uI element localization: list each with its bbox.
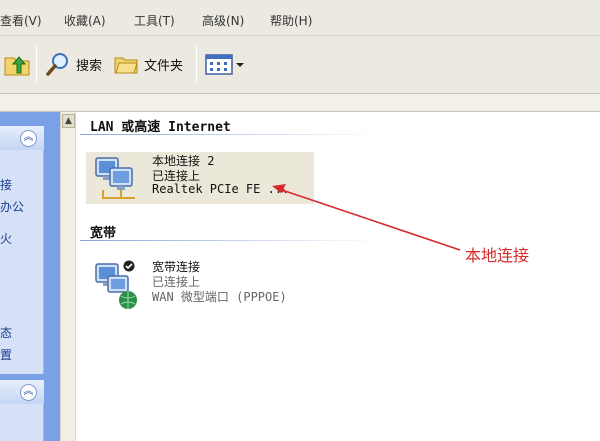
group-header-lan: LAN 或高速 Internet [90,120,231,135]
task-text-fragment[interactable]: 接 [0,176,12,193]
views-button[interactable] [204,48,246,80]
task-panel: ︽ 接 办公 火 态 置 [0,126,44,374]
connections-list: LAN 或高速 Internet 本地连接 2 已连接上 Realtek PCI… [76,112,600,441]
views-icon [205,54,244,75]
folders-label: 文件夹 [144,58,184,74]
task-panel: ︽ [0,380,44,441]
group-header-broadband: 宽带 [90,226,117,241]
group-divider [80,134,380,135]
connection-item-local[interactable]: 本地连接 2 已连接上 Realtek PCIe FE ... [86,152,314,204]
up-button[interactable] [2,48,32,80]
connection-item-broadband[interactable]: 宽带连接 已连接上 WAN 微型端口 (PPPOE) [86,258,314,310]
search-label: 搜索 [76,58,103,74]
connection-device: Realtek PCIe FE ... [152,182,290,196]
collapse-icon[interactable]: ︽ [20,384,37,401]
vertical-scrollbar[interactable]: ▲ [60,112,76,441]
annotation-label: 本地连接 [465,246,530,265]
collapse-icon[interactable]: ︽ [20,130,37,147]
task-text-fragment[interactable]: 态 [0,324,12,341]
search-icon [46,53,68,76]
folder-up-icon [4,56,30,76]
scroll-up-arrow-icon[interactable]: ▲ [62,114,75,128]
folders-icon [114,57,138,74]
group-divider [80,240,380,241]
task-pane: ︽ 接 办公 火 态 置 ︽ [0,112,60,441]
task-text-fragment[interactable]: 置 [0,346,12,363]
connection-device: WAN 微型端口 (PPPOE) [152,290,287,304]
menu-view[interactable]: 查看(V) [0,12,42,29]
menu-help[interactable]: 帮助(H) [270,12,312,29]
task-panel-header[interactable]: ︽ [0,126,44,150]
menu-tools[interactable]: 工具(T) [134,12,175,29]
task-text-fragment[interactable]: 火 [0,230,12,247]
menu-bar: 查看(V) 收藏(A) 工具(T) 高级(N) 帮助(H) [0,0,600,36]
menu-favorites[interactable]: 收藏(A) [64,12,106,29]
menu-advanced[interactable]: 高级(N) [202,12,244,29]
folders-button[interactable]: 文件夹 [112,48,183,80]
broadband-connection-icon [95,260,137,309]
search-button[interactable]: 搜索 [44,48,102,80]
task-text-fragment[interactable]: 办公 [0,198,24,215]
lan-connection-icon [95,157,135,199]
address-strip [0,94,600,112]
task-panel-header[interactable]: ︽ [0,380,44,404]
toolbar-separator [196,46,197,82]
toolbar-separator [36,46,37,82]
toolbar: 搜索 文件夹 [0,36,600,94]
